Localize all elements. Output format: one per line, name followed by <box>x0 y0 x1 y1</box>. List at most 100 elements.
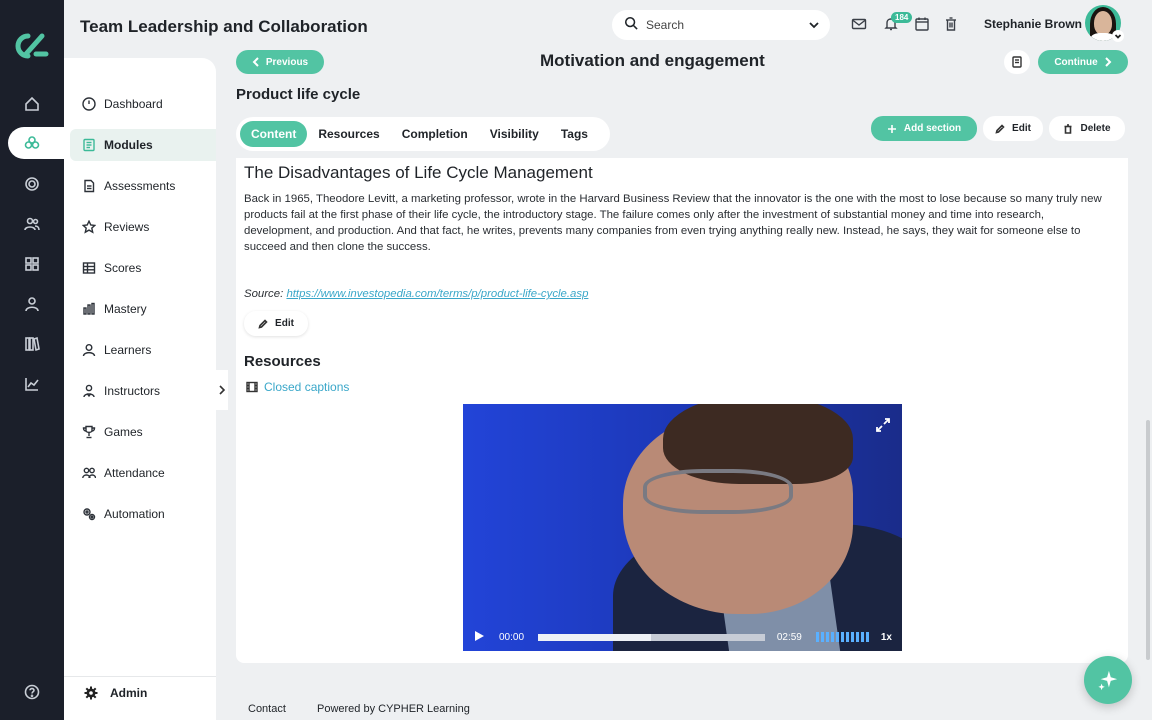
grid-icon[interactable] <box>22 254 42 274</box>
sidebar-item-label: Attendance <box>104 466 165 480</box>
sidebar-divider <box>64 676 216 677</box>
modules-icon <box>22 133 42 153</box>
scrollbar[interactable] <box>1146 420 1150 660</box>
film-icon <box>246 381 258 393</box>
sidebar-item-label: Reviews <box>104 220 150 234</box>
play-icon[interactable] <box>473 630 485 645</box>
search-box[interactable] <box>612 10 830 40</box>
sidebar-item-instructors[interactable]: Instructors <box>70 375 216 407</box>
tab-tags[interactable]: Tags <box>550 121 599 147</box>
article-body: Back in 1965, Theodore Levitt, a marketi… <box>244 193 1102 253</box>
pencil-icon <box>258 318 268 329</box>
page-title: Motivation and engagement <box>540 51 765 70</box>
sidebar-item-mastery[interactable]: Mastery <box>70 293 216 325</box>
table-icon <box>82 261 96 275</box>
mail-icon[interactable] <box>851 16 867 32</box>
chevron-down-icon[interactable] <box>1112 30 1124 42</box>
star-icon <box>82 220 96 234</box>
playback-speed[interactable]: 1x <box>881 632 892 643</box>
rail-item-modules[interactable] <box>8 127 68 159</box>
sidebar-item-reviews[interactable]: Reviews <box>70 211 216 243</box>
cypher-logo[interactable] <box>12 32 52 60</box>
trash-icon[interactable] <box>943 16 959 32</box>
sidebar-item-label: Modules <box>104 138 153 152</box>
edit-label: Edit <box>1012 123 1031 134</box>
sidebar: Dashboard Modules Assessments Reviews Sc… <box>64 58 216 720</box>
sidebar-expand-toggle[interactable] <box>216 370 228 410</box>
volume-slider[interactable] <box>815 632 869 642</box>
add-section-label: Add section <box>903 123 962 134</box>
admin-label: Admin <box>110 686 148 700</box>
plus-icon <box>887 124 896 133</box>
source-label: Source: <box>244 288 284 300</box>
closed-captions-link[interactable]: Closed captions <box>246 380 349 394</box>
video-player[interactable]: 00:00 02:59 1x <box>463 404 902 651</box>
sidebar-item-games[interactable]: Games <box>70 416 216 448</box>
sidebar-item-label: Assessments <box>104 179 176 193</box>
library-icon[interactable] <box>22 334 42 354</box>
book-icon <box>82 138 96 152</box>
sidebar-item-modules[interactable]: Modules <box>70 129 216 161</box>
sidebar-item-label: Games <box>104 425 143 439</box>
sidebar-item-label: Scores <box>104 261 142 275</box>
article-edit-label: Edit <box>275 318 294 329</box>
sidebar-item-label: Automation <box>104 507 165 521</box>
sidebar-item-assessments[interactable]: Assessments <box>70 170 216 202</box>
instructor-icon <box>82 384 96 398</box>
course-title: Team Leadership and Collaboration <box>80 17 368 36</box>
tab-completion[interactable]: Completion <box>391 121 479 147</box>
sidebar-item-learners[interactable]: Learners <box>70 334 216 366</box>
help-icon[interactable] <box>22 682 42 702</box>
app-rail <box>0 0 68 720</box>
person-icon[interactable] <box>22 294 42 314</box>
tab-content[interactable]: Content <box>240 121 308 147</box>
video-progress-bar[interactable] <box>538 633 765 641</box>
video-controls: 00:00 02:59 1x <box>463 623 902 651</box>
fullscreen-icon[interactable] <box>876 418 890 432</box>
notebook-icon <box>1012 56 1022 68</box>
article-edit-button[interactable]: Edit <box>244 311 308 336</box>
search-icon <box>624 16 638 35</box>
pencil-icon <box>995 123 1005 134</box>
delete-button[interactable]: Delete <box>1049 116 1125 141</box>
source-link[interactable]: https://www.investopedia.com/terms/p/pro… <box>286 288 588 300</box>
gauge-icon <box>82 97 96 111</box>
notebook-button[interactable] <box>1004 50 1030 74</box>
home-icon[interactable] <box>22 94 42 114</box>
content-tabs: Content Resources Completion Visibility … <box>236 117 610 151</box>
footer-contact-link[interactable]: Contact <box>248 703 286 715</box>
edit-button[interactable]: Edit <box>983 116 1043 141</box>
person-icon <box>82 343 96 357</box>
previous-button[interactable]: Previous <box>236 50 324 74</box>
trash-icon <box>1064 123 1072 134</box>
sidebar-item-dashboard[interactable]: Dashboard <box>70 88 216 120</box>
tab-visibility[interactable]: Visibility <box>479 121 550 147</box>
continue-button[interactable]: Continue <box>1038 50 1128 74</box>
calendar-icon[interactable] <box>914 16 930 32</box>
video-duration: 02:59 <box>776 631 802 643</box>
file-icon <box>82 179 96 193</box>
chevron-right-icon <box>219 385 226 395</box>
gear-icon <box>84 686 98 700</box>
target-icon[interactable] <box>22 174 42 194</box>
chevron-down-icon[interactable] <box>806 17 822 33</box>
sidebar-item-label: Dashboard <box>104 97 163 111</box>
ai-assistant-button[interactable] <box>1084 656 1132 704</box>
search-input[interactable] <box>646 18 796 32</box>
sidebar-item-automation[interactable]: Automation <box>70 498 216 530</box>
resources-heading: Resources <box>244 353 321 370</box>
sidebar-item-attendance[interactable]: Attendance <box>70 457 216 489</box>
content-card: The Disadvantages of Life Cycle Manageme… <box>236 158 1128 663</box>
admin-button[interactable]: Admin <box>84 686 147 700</box>
sidebar-item-scores[interactable]: Scores <box>70 252 216 284</box>
user-name[interactable]: Stephanie Brown <box>984 17 1082 31</box>
delete-label: Delete <box>1080 123 1111 134</box>
bar-chart-icon <box>82 302 96 316</box>
sidebar-item-label: Learners <box>104 343 152 357</box>
sidebar-item-label: Mastery <box>104 302 147 316</box>
add-section-button[interactable]: Add section <box>871 116 977 141</box>
chart-icon[interactable] <box>22 374 42 394</box>
previous-label: Previous <box>265 56 309 68</box>
users-icon[interactable] <box>22 214 42 234</box>
tab-resources[interactable]: Resources <box>307 121 390 147</box>
